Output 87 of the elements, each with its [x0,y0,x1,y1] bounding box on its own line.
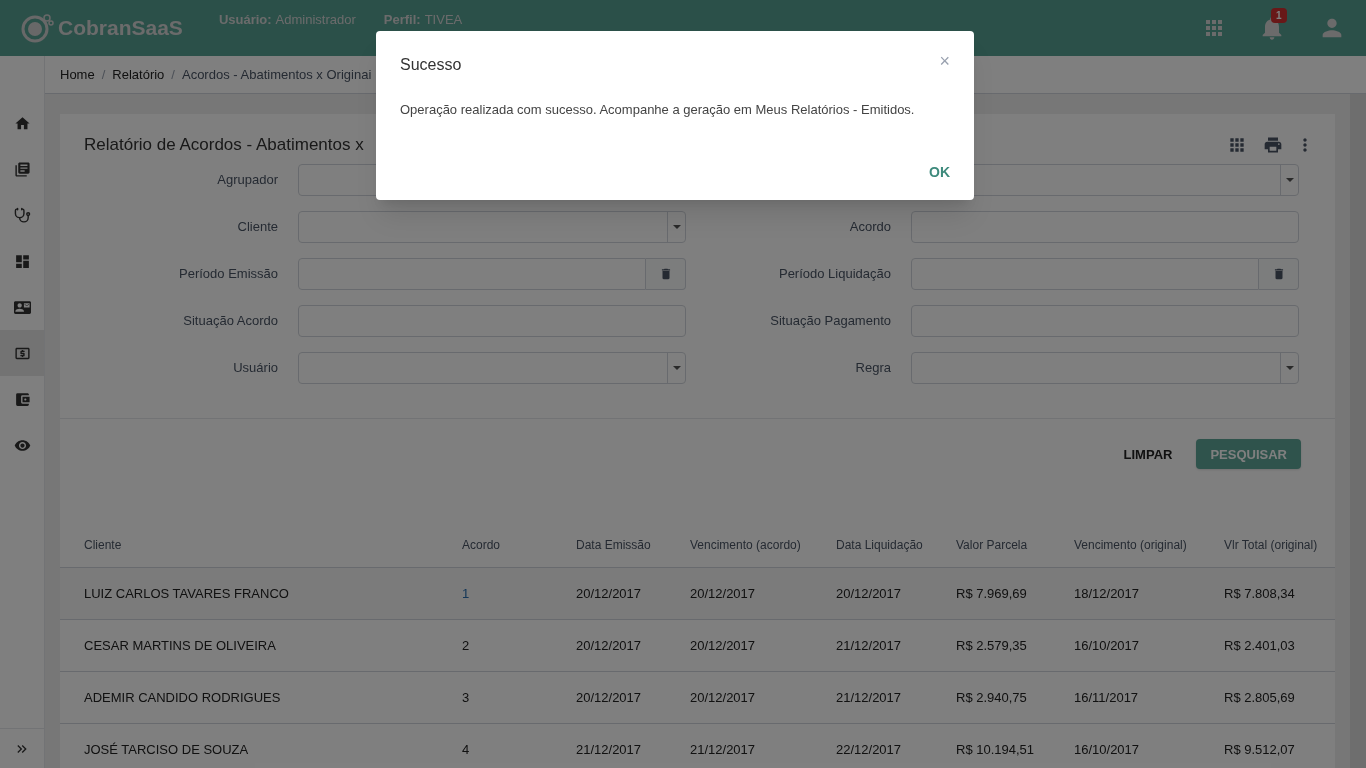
stethoscope-icon [13,206,31,224]
table-cell-text: 21/12/2017 [836,636,902,655]
report-title: Relatório de Acordos - Abatimentos x [84,134,364,156]
breadcrumb-link[interactable]: Relatório [112,64,165,85]
column-header: Vlr Total (original) [1224,536,1318,554]
table-cell-text: R$ 2.401,03 [1224,636,1295,655]
logo-icon [20,13,54,43]
profile-name: TIVEA [424,12,463,28]
field-label: Situação Pagamento [770,312,891,328]
field-label: Cliente [237,218,278,234]
table-cell-text: 4 [462,740,470,759]
table-row[interactable]: ADEMIR CANDIDO RODRIGUES 3 20/12/2017 20/12/2017 21/12/2017 R$ 2.940,75 16/11/2017 R$ 2.805,69 [60,672,1335,724]
table-cell-text: 20/12/2017 [576,688,642,707]
table-cell-text: 20/12/2017 [836,584,902,603]
column-header: Valor Parcela [956,536,1028,554]
field-label: Situação Acordo [183,312,278,328]
ok-button[interactable]: OK [921,157,958,187]
select-field[interactable] [298,351,686,384]
contact-card-icon [13,298,31,316]
table-cell-text: LUIZ CARLOS TAVARES FRANCO [84,584,289,603]
table-cell-text: 20/12/2017 [690,584,756,603]
select-field[interactable] [298,210,686,243]
select-field[interactable] [911,351,1299,384]
table-cell-text: R$ 2.579,35 [956,636,1027,655]
table-row[interactable]: JOSÉ TARCISO DE SOUZA 4 21/12/2017 21/12/2017 22/12/2017 R$ 10.194,51 16/10/2017 R$ 9.512,07 [60,724,1335,768]
table-cell-text: JOSÉ TARCISO DE SOUZA [84,740,249,759]
dashboard-icon [13,252,31,270]
profile-label: Perfil: [383,12,421,28]
table-cell-text: 20/12/2017 [576,584,642,603]
home-icon [13,114,31,132]
books-icon [13,160,31,178]
table-cell-text: 21/12/2017 [690,740,756,759]
field-label: Regra [855,359,891,375]
table-cell-text: 16/11/2017 [1074,688,1139,707]
table-cell-text: 18/12/2017 [1074,584,1140,603]
table-cell-text: 22/12/2017 [836,740,902,759]
table-cell-text: R$ 7.969,69 [956,584,1027,603]
sidebar-item[interactable] [0,330,44,376]
breadcrumb-separator: / [171,65,175,84]
table-cell-text: CESAR MARTINS DE OLIVEIRA [84,636,276,655]
dropdown-icon [1285,177,1294,182]
field-label: Período Emissão [179,265,278,281]
dialog-message: Operação realizada com sucesso. Acompanhe a geração em Meus Relatórios - Emitidos. [400,101,916,119]
table-cell-text: ADEMIR CANDIDO RODRIGUES [84,688,281,707]
brand-name: CobranSaaS [58,15,183,42]
table-cell-text: R$ 2.940,75 [956,688,1027,707]
table-row[interactable]: CESAR MARTINS DE OLIVEIRA 2 20/12/2017 20/12/2017 21/12/2017 R$ 2.579,35 16/10/2017 R$ 2.401,03 [60,620,1335,672]
clear-date-button[interactable] [646,257,686,290]
table-cell-text: 16/10/2017 [1074,740,1140,759]
clear-button[interactable]: LIMPAR [1115,436,1181,472]
column-header: Data Emissão [576,536,651,554]
dropdown-icon [672,224,681,229]
dialog-title: Sucesso [400,55,462,75]
table-row[interactable]: LUIZ CARLOS TAVARES FRANCO 1 20/12/2017 20/12/2017 20/12/2017 R$ 7.969,69 18/12/2017 R$ 7.808,34 [60,568,1335,620]
table-cell-text: 2 [462,636,470,655]
table-cell-text: 16/10/2017 [1074,636,1140,655]
table-cell-text: 20/12/2017 [690,688,756,707]
table-cell-text: R$ 2.805,69 [1224,688,1295,707]
close-button[interactable]: × [939,52,950,70]
table-cell-text: 3 [462,688,470,707]
notification-badge: 1 [1271,8,1287,23]
table-cell-text: 1 [462,584,470,603]
table-cell-text: R$ 7.808,34 [1224,584,1295,603]
column-header: Cliente [84,536,122,554]
field-label: Acordo [849,218,891,234]
clear-date-button[interactable] [1259,257,1299,290]
dropdown-icon [1285,365,1294,370]
column-header: Data Liquidação [836,536,923,554]
table-cell-text: 20/12/2017 [690,636,756,655]
column-header: Vencimento (acordo) [690,536,801,554]
field-label: Período Liquidação [778,265,891,281]
user-label: Usuário: [218,12,272,28]
table-cell-text: 21/12/2017 [836,688,902,707]
table-cell-text: R$ 10.194,51 [956,740,1035,759]
text-field[interactable] [911,210,1299,243]
dropdown-icon [672,365,681,370]
table-cell-text: 20/12/2017 [576,636,642,655]
breadcrumb-link[interactable]: Home [60,64,95,85]
table-cell-text: R$ 9.512,07 [1224,740,1295,759]
breadcrumb-separator: / [101,65,106,84]
column-header: Vencimento (original) [1074,536,1187,554]
table-cell-text: 21/12/2017 [576,740,642,759]
wallet-icon [13,390,31,408]
field-label: Agrupador [217,171,278,187]
column-header: Acordo [462,536,501,554]
field-label: Usuário [233,359,278,375]
user-name: Administrador [275,12,356,28]
